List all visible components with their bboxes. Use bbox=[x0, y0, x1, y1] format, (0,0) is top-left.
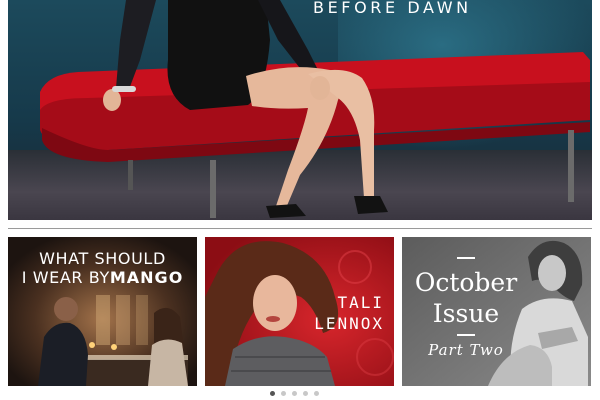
tile-october-issue[interactable]: October Issue Part Two bbox=[402, 237, 591, 386]
pager-dot[interactable] bbox=[314, 391, 319, 396]
hero-title: BEFORE DAWN bbox=[313, 0, 472, 17]
carousel-pager bbox=[270, 391, 319, 397]
hero-image bbox=[40, 0, 590, 218]
tile-what-should-i-wear-by-mango[interactable]: WHAT SHOULD I WEAR BYMANGO bbox=[8, 237, 197, 386]
tile-mango-brand: MANGO bbox=[109, 268, 184, 287]
pager-dot[interactable] bbox=[281, 391, 286, 396]
pager-dot[interactable] bbox=[292, 391, 297, 396]
tile-tali-lennox[interactable]: TALI LENNOX bbox=[205, 237, 394, 386]
hero-banner[interactable]: BEFORE DAWN bbox=[8, 0, 592, 220]
tile-october-rule-top bbox=[457, 257, 475, 259]
tile-october-title-line1: October bbox=[414, 268, 518, 297]
tile-mango-caption-prefix: I WEAR BY bbox=[21, 268, 110, 287]
pager-dot[interactable] bbox=[270, 391, 275, 396]
tile-october-title-line2: Issue bbox=[432, 299, 500, 328]
tile-october-part: Part Two bbox=[428, 341, 504, 359]
section-divider bbox=[8, 228, 592, 229]
tile-tali-caption-line2: LENNOX bbox=[314, 314, 384, 333]
tile-october-rule-mid bbox=[457, 334, 475, 336]
tile-mango-caption-line1: WHAT SHOULD bbox=[39, 249, 166, 268]
pager-dot[interactable] bbox=[303, 391, 308, 396]
tile-mango-caption-line2: I WEAR BYMANGO bbox=[8, 268, 197, 287]
tile-october-title: October Issue bbox=[410, 267, 522, 329]
tile-tali-caption: TALI LENNOX bbox=[314, 292, 384, 334]
tile-mango-caption: WHAT SHOULD I WEAR BYMANGO bbox=[8, 249, 197, 287]
tile-tali-caption-line1: TALI bbox=[337, 293, 384, 312]
